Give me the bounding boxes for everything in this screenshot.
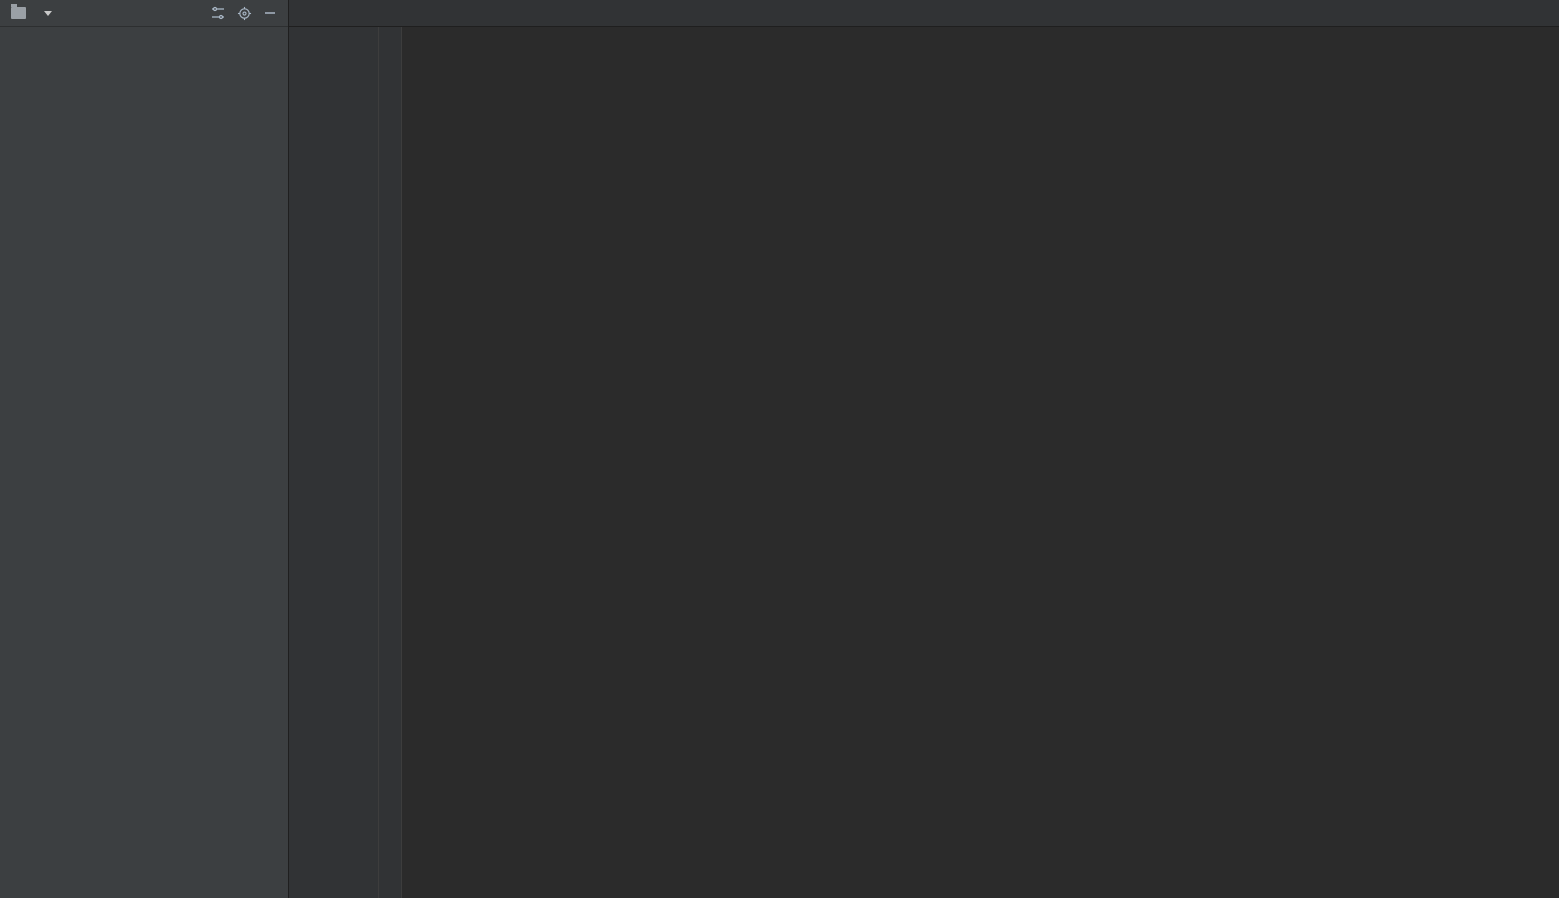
fold-column[interactable] <box>379 27 402 898</box>
editor-area <box>289 0 1559 898</box>
project-folder-icon <box>8 3 28 23</box>
minimize-icon[interactable] <box>260 3 280 23</box>
settings-sliders-icon[interactable] <box>208 3 228 23</box>
code-editor[interactable] <box>289 27 1559 898</box>
editor-tabs <box>289 0 1559 27</box>
project-tree[interactable] <box>0 27 288 898</box>
dropdown-icon[interactable] <box>44 11 52 16</box>
code-content[interactable] <box>402 27 1559 898</box>
project-sidebar <box>0 0 289 898</box>
line-number-gutter <box>289 27 379 898</box>
gear-icon[interactable] <box>234 3 254 23</box>
project-header <box>0 0 288 27</box>
